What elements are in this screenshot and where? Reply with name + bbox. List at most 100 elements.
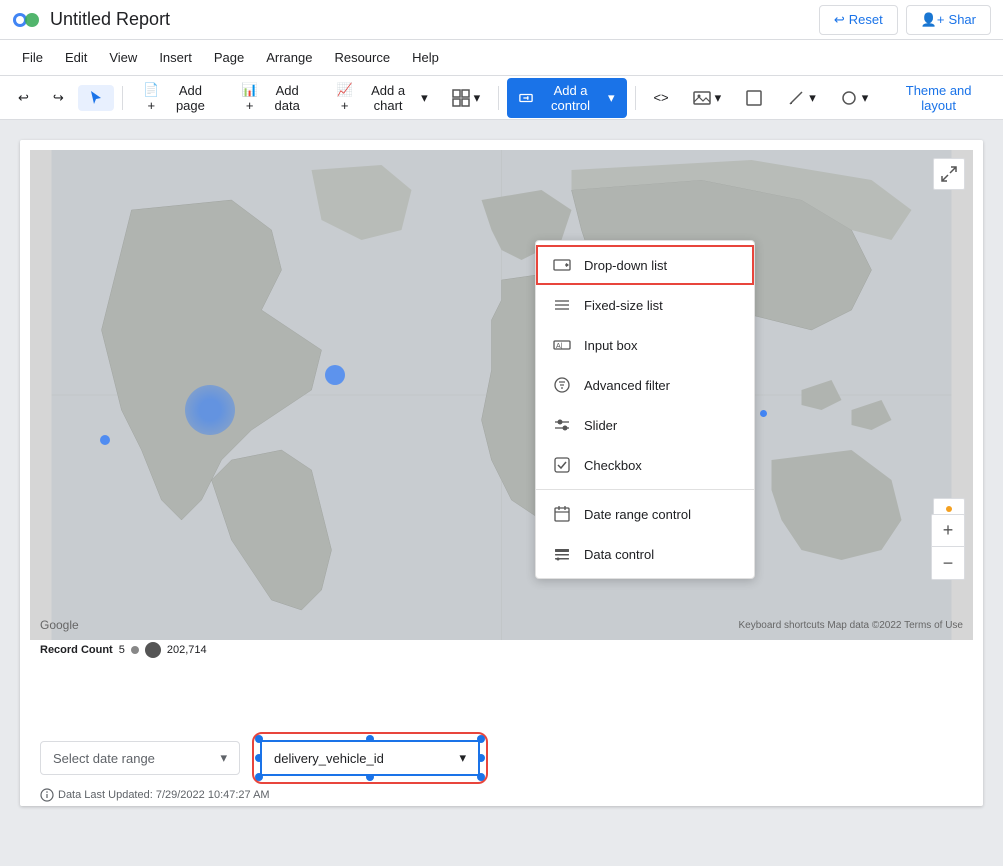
calendar-icon bbox=[552, 504, 572, 524]
advanced-filter-icon bbox=[552, 375, 572, 395]
add-chart-button[interactable]: 📈+ Add a chart ▾ bbox=[324, 77, 437, 118]
info-icon bbox=[40, 788, 54, 802]
dropdown-control[interactable]: delivery_vehicle_id ▾ bbox=[260, 740, 480, 776]
menu-bar: File Edit View Insert Page Arrange Resou… bbox=[0, 40, 1003, 76]
map-dot-pacific bbox=[100, 435, 110, 445]
controls-area: Select date range ▾ delivery_vehicle_id … bbox=[30, 730, 973, 786]
canvas-area: + − Google Keyboard shortcuts Map data ©… bbox=[0, 120, 1003, 826]
reset-icon: ↩ bbox=[834, 12, 845, 28]
menu-resource[interactable]: Resource bbox=[324, 46, 400, 69]
embed-button[interactable]: <> bbox=[643, 85, 678, 110]
google-logo: Google bbox=[40, 618, 79, 632]
add-chart-chevron-icon: ▾ bbox=[421, 90, 428, 106]
shape-button[interactable]: ▾ bbox=[830, 84, 879, 112]
add-chart-icon: 📈+ bbox=[334, 82, 355, 113]
map-zoom-out-button[interactable]: − bbox=[932, 547, 964, 579]
dropdown-list-icon bbox=[552, 255, 572, 275]
map-dot-us-large bbox=[185, 385, 235, 435]
add-page-icon: 📄+ bbox=[141, 82, 162, 113]
app-logo bbox=[12, 6, 40, 34]
world-map-svg bbox=[30, 150, 973, 640]
date-range-label: Select date range bbox=[53, 751, 155, 766]
toolbar-divider-2 bbox=[498, 86, 499, 110]
map-zoom-buttons: + − bbox=[931, 514, 965, 580]
add-control-dropdown-menu: Drop-down list Fixed-size list A| Input … bbox=[535, 240, 755, 579]
menu-item-slider-label: Slider bbox=[584, 418, 617, 433]
svg-text:A|: A| bbox=[556, 343, 563, 350]
menu-item-date-range-control[interactable]: Date range control bbox=[536, 494, 754, 534]
menu-item-dropdown-list-label: Drop-down list bbox=[584, 258, 667, 273]
dropdown-control-wrapper: delivery_vehicle_id ▾ bbox=[260, 740, 480, 776]
data-updated-footer: Data Last Updated: 7/29/2022 10:47:27 AM bbox=[40, 788, 270, 802]
menu-page[interactable]: Page bbox=[204, 46, 254, 69]
add-layout-button[interactable]: ▾ bbox=[442, 84, 491, 112]
shape-chevron-icon: ▾ bbox=[862, 90, 869, 106]
menu-separator bbox=[536, 489, 754, 490]
legend-value: 202,714 bbox=[167, 644, 207, 656]
menu-item-advanced-filter[interactable]: Advanced filter bbox=[536, 365, 754, 405]
menu-item-fixed-size-list-label: Fixed-size list bbox=[584, 298, 663, 313]
map-area: + − Google Keyboard shortcuts Map data ©… bbox=[30, 150, 973, 640]
map-dot-india2 bbox=[760, 410, 767, 417]
image-button[interactable]: ▾ bbox=[683, 84, 732, 112]
menu-item-data-control[interactable]: Data control bbox=[536, 534, 754, 574]
menu-file[interactable]: File bbox=[12, 46, 53, 69]
map-dot-us-medium bbox=[325, 365, 345, 385]
menu-item-fixed-size-list[interactable]: Fixed-size list bbox=[536, 285, 754, 325]
map-expand-button[interactable] bbox=[933, 158, 965, 190]
share-button[interactable]: 👤+ Shar bbox=[906, 5, 991, 35]
theme-layout-button[interactable]: Theme and layout bbox=[882, 78, 995, 118]
map-attribution: Keyboard shortcuts Map data ©2022 Terms … bbox=[738, 620, 963, 631]
add-data-button[interactable]: 📊+ Add data bbox=[229, 77, 320, 118]
legend-dot-large bbox=[145, 642, 161, 658]
dropdown-control-value: delivery_vehicle_id bbox=[274, 751, 384, 766]
menu-item-data-control-label: Data control bbox=[584, 547, 654, 562]
menu-view[interactable]: View bbox=[99, 46, 147, 69]
draw-chevron-icon: ▾ bbox=[809, 90, 816, 106]
undo-button[interactable]: ↩ bbox=[8, 85, 39, 111]
reset-button[interactable]: ↩ Reset bbox=[819, 5, 898, 35]
menu-insert[interactable]: Insert bbox=[149, 46, 202, 69]
map-footer: Google Keyboard shortcuts Map data ©2022… bbox=[30, 618, 973, 632]
menu-item-input-box-label: Input box bbox=[584, 338, 638, 353]
map-zoom-in-button[interactable]: + bbox=[932, 515, 964, 547]
data-control-icon bbox=[552, 544, 572, 564]
toolbar: ↩ ↪ 📄+ Add page 📊+ Add data 📈+ Add a cha… bbox=[0, 76, 1003, 120]
fixed-size-list-icon bbox=[552, 295, 572, 315]
layout-chevron-icon: ▾ bbox=[474, 90, 481, 106]
toolbar-divider-1 bbox=[122, 86, 123, 110]
select-tool-button[interactable] bbox=[78, 85, 114, 111]
menu-item-advanced-filter-label: Advanced filter bbox=[584, 378, 670, 393]
report-canvas: + − Google Keyboard shortcuts Map data ©… bbox=[20, 140, 983, 806]
menu-item-slider[interactable]: Slider bbox=[536, 405, 754, 445]
add-data-icon: 📊+ bbox=[239, 82, 260, 113]
menu-arrange[interactable]: Arrange bbox=[256, 46, 322, 69]
menu-help[interactable]: Help bbox=[402, 46, 449, 69]
legend-dot-small bbox=[131, 646, 139, 654]
toolbar-divider-3 bbox=[635, 86, 636, 110]
dropdown-control-chevron-icon: ▾ bbox=[459, 750, 466, 766]
date-range-control[interactable]: Select date range ▾ bbox=[40, 741, 240, 775]
image-chevron-icon: ▾ bbox=[715, 90, 722, 106]
draw-button[interactable]: ▾ bbox=[777, 84, 826, 112]
menu-item-input-box[interactable]: A| Input box bbox=[536, 325, 754, 365]
slider-icon bbox=[552, 415, 572, 435]
add-control-chevron-icon: ▾ bbox=[608, 90, 615, 106]
menu-item-date-range-label: Date range control bbox=[584, 507, 691, 522]
menu-edit[interactable]: Edit bbox=[55, 46, 97, 69]
frame-button[interactable] bbox=[735, 84, 773, 112]
checkbox-icon bbox=[552, 455, 572, 475]
add-page-button[interactable]: 📄+ Add page bbox=[131, 77, 225, 118]
menu-item-checkbox-label: Checkbox bbox=[584, 458, 642, 473]
title-bar: Untitled Report ↩ Reset 👤+ Shar bbox=[0, 0, 1003, 40]
input-box-icon: A| bbox=[552, 335, 572, 355]
title-bar-actions: ↩ Reset 👤+ Shar bbox=[819, 5, 991, 35]
report-title: Untitled Report bbox=[50, 9, 819, 30]
add-control-button[interactable]: Add a control ▾ bbox=[507, 78, 627, 118]
redo-button[interactable]: ↪ bbox=[43, 85, 74, 111]
menu-item-dropdown-list[interactable]: Drop-down list bbox=[536, 245, 754, 285]
menu-item-checkbox[interactable]: Checkbox bbox=[536, 445, 754, 485]
legend-label: Record Count bbox=[40, 644, 113, 656]
legend-count: 5 bbox=[119, 644, 125, 656]
date-range-chevron-icon: ▾ bbox=[220, 750, 227, 766]
